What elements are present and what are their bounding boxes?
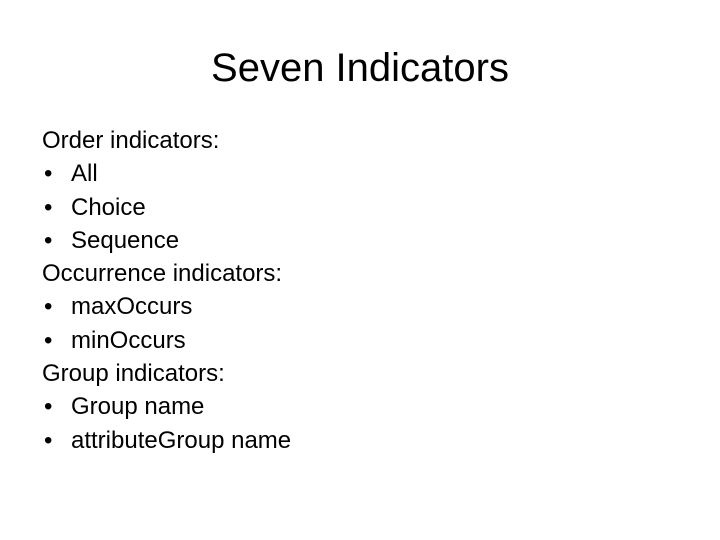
bullet-icon: • bbox=[44, 193, 53, 221]
list-item: • All bbox=[42, 157, 682, 190]
bullet-icon: • bbox=[44, 326, 53, 354]
list-item: • minOccurs bbox=[42, 324, 682, 357]
list-item: • Choice bbox=[42, 191, 682, 224]
bullet-icon: • bbox=[44, 160, 53, 188]
slide-title: Seven Indicators bbox=[211, 46, 509, 90]
list-item: • maxOccurs bbox=[42, 290, 682, 323]
section-heading-order: Order indicators: bbox=[42, 127, 220, 154]
bullet-icon: • bbox=[44, 226, 53, 254]
bullet-icon: • bbox=[44, 426, 53, 454]
bullet-icon: • bbox=[44, 293, 53, 321]
slide-body: Order indicators: • All • Choice • Sequence… bbox=[42, 124, 682, 457]
list-item: • attributeGroup name bbox=[42, 424, 682, 457]
section-heading-occurrence: Occurrence indicators: bbox=[42, 260, 283, 288]
list-item-label: Sequence bbox=[71, 226, 180, 254]
list-item-label: Choice bbox=[71, 193, 146, 221]
bullet-icon: • bbox=[44, 393, 53, 421]
list-item-label: attributeGroup name bbox=[71, 426, 292, 454]
list-item: • Sequence bbox=[42, 224, 682, 257]
list-item-label: All bbox=[71, 160, 98, 188]
list-item-label: minOccurs bbox=[71, 326, 186, 354]
list-item-label: maxOccurs bbox=[71, 293, 193, 321]
list-item: • Group name bbox=[42, 390, 682, 423]
list-item-label: Group name bbox=[71, 393, 205, 421]
section-heading-group: Group indicators: bbox=[42, 360, 225, 388]
